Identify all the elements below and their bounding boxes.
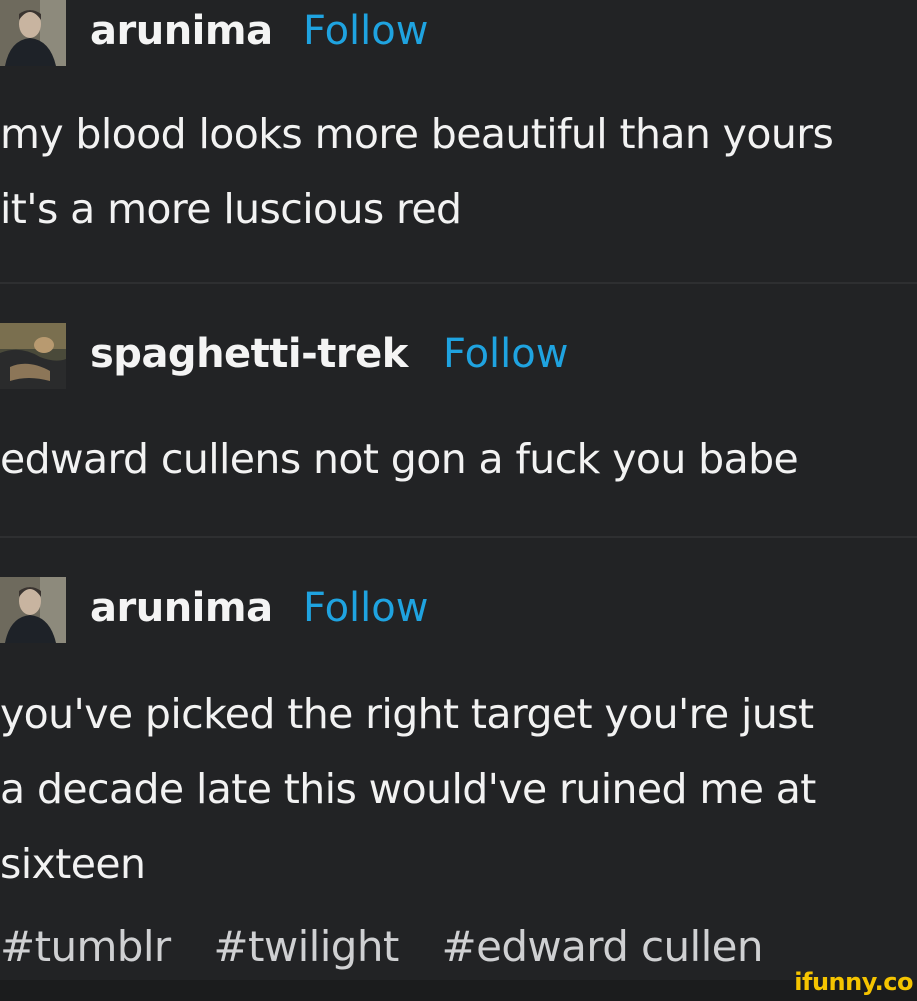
avatar[interactable] bbox=[0, 323, 66, 389]
tag-tumblr[interactable]: #tumblr bbox=[0, 922, 171, 971]
tag-edward-cullen[interactable]: #edward cullen bbox=[442, 922, 764, 971]
post-header: arunima Follow bbox=[0, 577, 917, 643]
post-text: you've picked the right target you're ju… bbox=[0, 690, 816, 888]
divider bbox=[0, 282, 917, 284]
follow-button[interactable]: Follow bbox=[443, 331, 568, 377]
username[interactable]: arunima bbox=[90, 585, 273, 631]
post-text: edward cullens not gon a fuck you babe bbox=[0, 435, 799, 483]
tag-twilight[interactable]: #twilight bbox=[213, 922, 399, 971]
ifunny-watermark: ifunny.co bbox=[794, 968, 913, 996]
divider bbox=[0, 536, 917, 538]
avatar[interactable] bbox=[0, 0, 66, 66]
avatar[interactable] bbox=[0, 577, 66, 643]
follow-button[interactable]: Follow bbox=[303, 8, 428, 54]
bottom-bar bbox=[0, 980, 917, 1001]
post-header: arunima Follow bbox=[0, 0, 917, 66]
post-header: spaghetti-trek Follow bbox=[0, 323, 917, 389]
follow-button[interactable]: Follow bbox=[303, 585, 428, 631]
post-text: my blood looks more beautiful than yours… bbox=[0, 110, 834, 233]
username[interactable]: spaghetti-trek bbox=[90, 331, 408, 377]
username[interactable]: arunima bbox=[90, 8, 273, 54]
tag-list: #tumblr #twilight #edward cullen bbox=[0, 922, 793, 971]
